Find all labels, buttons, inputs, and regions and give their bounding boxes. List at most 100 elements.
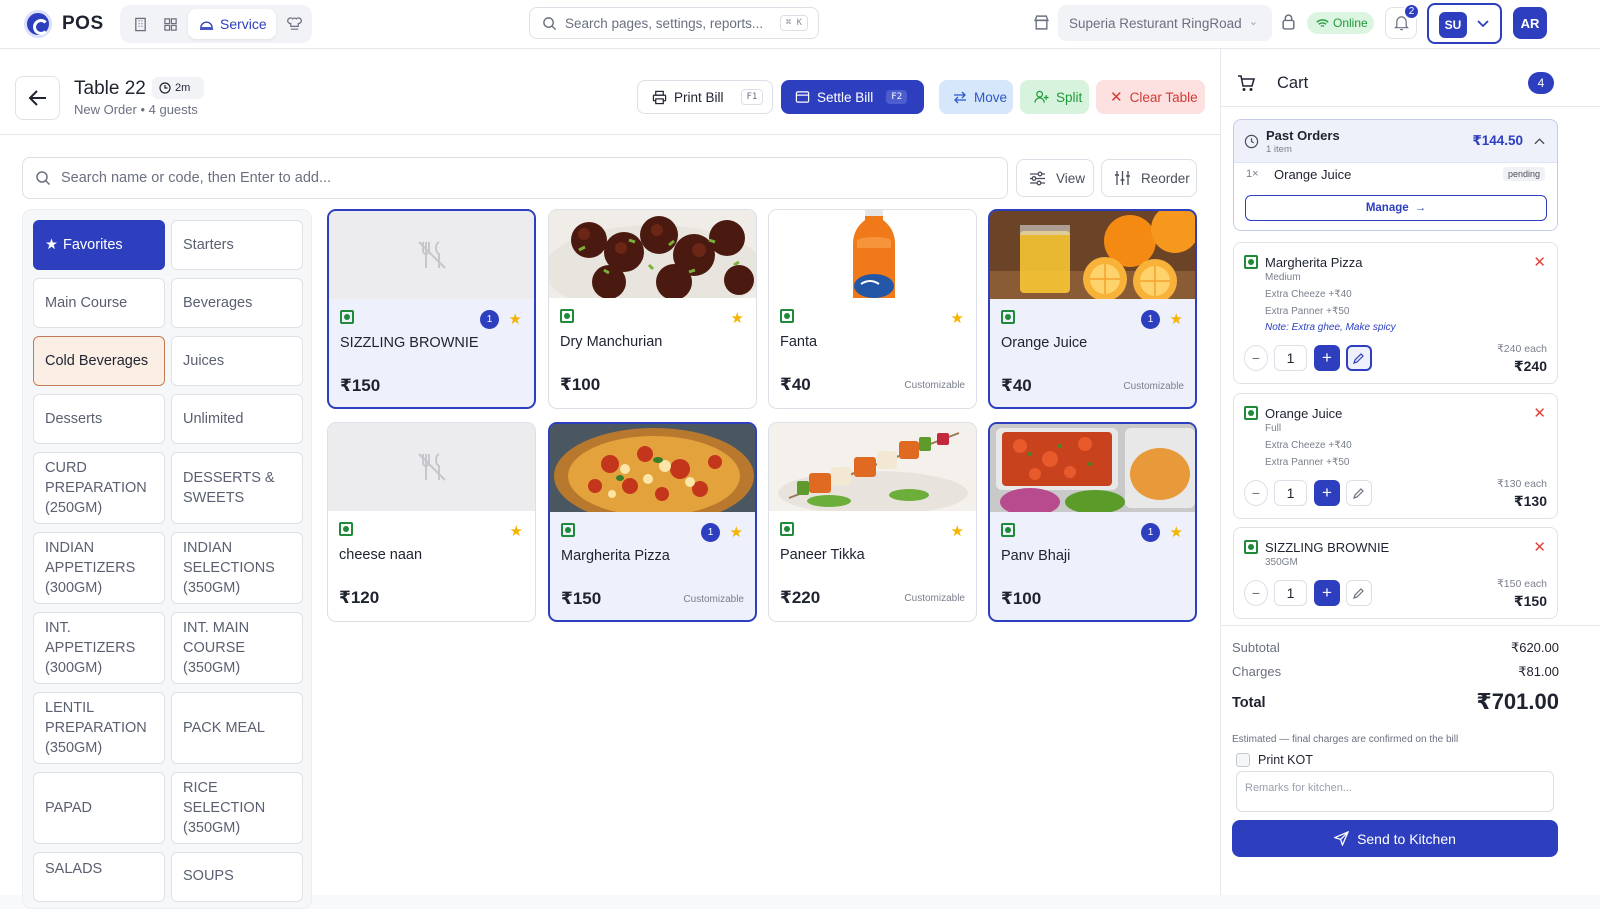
star-icon[interactable]: ★	[730, 523, 743, 541]
print-bill-button[interactable]: Print Bill F1	[637, 80, 773, 114]
item-card[interactable]: 1 ★ Orange Juice ₹40 Customizable	[988, 209, 1197, 409]
category-favorites[interactable]: ★ Favorites	[33, 220, 165, 270]
star-icon[interactable]: ★	[951, 309, 964, 327]
decrement-button[interactable]: −	[1244, 345, 1268, 371]
category-pack-meal[interactable]: PACK MEAL	[171, 692, 303, 764]
remove-icon[interactable]: ✕	[1533, 404, 1546, 422]
edit-icon[interactable]	[1346, 480, 1372, 506]
category-starters[interactable]: Starters	[171, 220, 303, 270]
online-status: Online	[1307, 12, 1374, 34]
global-search[interactable]: Search pages, settings, reports... ⌘ K	[529, 7, 819, 39]
customizable-tag: Customizable	[904, 593, 965, 604]
line-variant: 350GM	[1265, 557, 1298, 568]
category-desserts-sweets[interactable]: DESSERTS & SWEETS	[171, 452, 303, 524]
item-card[interactable]: ★ Dry Manchurian ₹100	[548, 209, 757, 409]
reorder-label: Reorder	[1141, 170, 1190, 186]
category-int-main-course[interactable]: INT. MAIN COURSE (350GM)	[171, 612, 303, 684]
star-icon[interactable]: ★	[951, 522, 964, 540]
customizable-tag: Customizable	[683, 594, 744, 605]
decrement-button[interactable]: −	[1244, 480, 1268, 506]
quantity-value[interactable]: 1	[1274, 345, 1307, 371]
grid-icon[interactable]	[156, 10, 184, 38]
clear-table-button[interactable]: ✕ Clear Table	[1096, 80, 1205, 114]
star-icon: ★	[45, 237, 58, 253]
quantity-value[interactable]: 1	[1274, 580, 1307, 606]
subtotal-label: Subtotal	[1232, 640, 1280, 655]
charges-value: ₹81.00	[1518, 664, 1559, 679]
category-label: Unlimited	[183, 411, 244, 427]
avatar[interactable]: AR	[1513, 7, 1547, 39]
category-juices[interactable]: Juices	[171, 336, 303, 386]
move-button[interactable]: Move	[939, 80, 1013, 114]
cart-count: 4	[1528, 72, 1554, 94]
print-kot-toggle[interactable]: Print KOT	[1236, 753, 1313, 767]
remove-icon[interactable]: ✕	[1533, 253, 1546, 271]
category-unlimited[interactable]: Unlimited	[171, 394, 303, 444]
item-card[interactable]: ★ cheese naan ₹120	[327, 422, 536, 622]
category-indian-selections[interactable]: INDIAN SELECTIONS (350GM)	[171, 532, 303, 604]
increment-button[interactable]: +	[1314, 480, 1340, 506]
reorder-button[interactable]: Reorder	[1101, 159, 1197, 197]
item-image	[990, 211, 1195, 299]
star-icon[interactable]: ★	[731, 309, 744, 327]
category-label: Main Course	[45, 295, 128, 311]
item-price: ₹150	[561, 589, 602, 608]
store-selector[interactable]: Superia Resturant RingRoad ⌄	[1058, 5, 1272, 41]
category-main-course[interactable]: Main Course	[33, 278, 165, 328]
item-card[interactable]: 1 ★ SIZZLING BROWNIE ₹150	[327, 209, 536, 409]
sliders-icon	[1030, 171, 1045, 185]
view-button[interactable]: View	[1016, 159, 1094, 197]
line-variant: Full	[1265, 423, 1282, 434]
back-button[interactable]	[15, 76, 60, 120]
category-desserts[interactable]: Desserts	[33, 394, 165, 444]
remove-icon[interactable]: ✕	[1533, 538, 1546, 556]
item-card[interactable]: ★ Fanta ₹40 Customizable	[768, 209, 977, 409]
print-kot-checkbox[interactable]	[1236, 753, 1250, 767]
charges-row: Charges ₹81.00	[1232, 664, 1559, 679]
quantity-value[interactable]: 1	[1274, 480, 1307, 506]
category-rice-selection[interactable]: RICE SELECTION (350GM)	[171, 772, 303, 844]
category-label: Juices	[183, 353, 225, 369]
increment-button[interactable]: +	[1314, 580, 1340, 606]
send-to-kitchen-button[interactable]: Send to Kitchen	[1232, 820, 1558, 857]
star-icon[interactable]: ★	[510, 522, 523, 540]
item-card[interactable]: ★ Paneer Tikka ₹220 Customizable	[768, 422, 977, 622]
split-button[interactable]: Split	[1020, 80, 1089, 114]
star-icon[interactable]: ★	[1170, 523, 1183, 541]
item-card[interactable]: 1 ★ Margherita Pizza ₹150 Customizable	[548, 422, 757, 622]
lock-icon[interactable]	[1281, 13, 1296, 35]
nav-service[interactable]: Service	[188, 9, 276, 39]
category-lentil-preparation[interactable]: LENTIL PREPARATION (350GM)	[33, 692, 165, 764]
item-card[interactable]: 1 ★ Panv Bhaji ₹100	[988, 422, 1197, 622]
item-placeholder-image	[328, 423, 535, 511]
settle-bill-button[interactable]: Settle Bill F2	[781, 80, 924, 114]
decrement-button[interactable]: −	[1244, 580, 1268, 606]
line-name: SIZZLING BROWNIE	[1265, 540, 1390, 555]
user-switcher[interactable]: SU	[1427, 3, 1502, 44]
category-cold-beverages[interactable]: Cold Beverages	[33, 336, 165, 386]
chef-hat-icon[interactable]	[280, 10, 308, 38]
remarks-field[interactable]: Remarks for kitchen...	[1236, 771, 1554, 812]
edit-icon[interactable]	[1346, 580, 1372, 606]
item-price: ₹120	[339, 588, 380, 607]
star-icon[interactable]: ★	[509, 310, 522, 328]
quantity-stepper: − 1 +	[1244, 345, 1374, 371]
category-papad[interactable]: PAPAD	[33, 772, 165, 844]
building-icon[interactable]	[126, 10, 154, 38]
chevron-up-icon[interactable]	[1534, 132, 1545, 150]
category-indian-appetizers[interactable]: INDIAN APPETIZERS (300GM)	[33, 532, 165, 604]
star-icon[interactable]: ★	[1170, 310, 1183, 328]
send-icon	[1334, 831, 1350, 846]
category-int-appetizers[interactable]: INT. APPETIZERS (300GM)	[33, 612, 165, 684]
manage-button[interactable]: Manage →	[1245, 195, 1547, 221]
increment-button[interactable]: +	[1314, 345, 1340, 371]
category-beverages[interactable]: Beverages	[171, 278, 303, 328]
line-total: ₹240	[1513, 358, 1547, 374]
line-unit-price: ₹130 each	[1497, 478, 1547, 490]
category-curd-preparation[interactable]: CURD PREPARATION (250GM)	[33, 452, 165, 524]
item-search-input[interactable]: Search name or code, then Enter to add..…	[22, 157, 1008, 199]
subtotal-value: ₹620.00	[1510, 640, 1559, 655]
table-subtitle: New Order • 4 guests	[74, 102, 198, 117]
item-price: ₹40	[1001, 376, 1032, 395]
edit-icon[interactable]	[1346, 345, 1372, 371]
